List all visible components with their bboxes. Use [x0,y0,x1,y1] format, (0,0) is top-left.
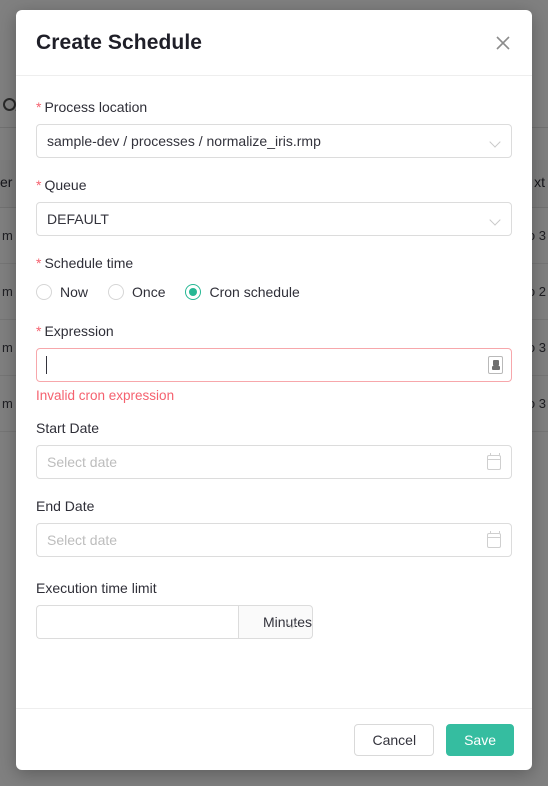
radio-now-label: Now [60,284,89,300]
field-end-date: End Date Select date [36,497,512,557]
expression-input-wrapper [36,348,512,382]
close-icon[interactable] [490,30,516,56]
radio-cron-schedule-label: Cron schedule [209,284,300,300]
required-marker: * [36,323,42,339]
background-column-header-right: xt [534,174,545,190]
queue-label-text: Queue [44,177,87,193]
expression-label-text: Expression [44,323,114,339]
search-icon[interactable] [3,98,16,111]
expression-input[interactable] [36,348,512,382]
dialog-header: Create Schedule [16,10,532,76]
radio-now[interactable]: Now [36,284,88,300]
radio-once[interactable]: Once [108,284,165,300]
queue-value: DEFAULT [47,211,109,227]
chevron-down-icon [491,138,500,147]
queue-label: * Queue [36,176,512,194]
expression-label: * Expression [36,322,512,340]
cancel-button[interactable]: Cancel [354,723,435,756]
end-date-input[interactable]: Select date [36,523,512,557]
table-cell-left: m [2,228,13,243]
end-date-label: End Date [36,498,95,514]
schedule-time-label: * Schedule time [36,254,512,272]
start-date-input[interactable]: Select date [36,445,512,479]
cron-picker-icon[interactable] [488,356,503,374]
chevron-down-icon [491,216,500,225]
process-location-label: * Process location [36,98,512,116]
queue-select[interactable]: DEFAULT [36,202,512,236]
required-marker: * [36,177,42,193]
field-expression: * Expression Invalid cron expression [36,322,512,405]
text-caret [46,356,47,374]
schedule-time-label-text: Schedule time [44,255,134,271]
start-date-label: Start Date [36,420,100,436]
table-cell-left: m [2,396,13,411]
process-location-label-text: Process location [44,99,148,115]
page-title: Create Schedule [36,30,203,54]
execution-time-unit-select[interactable]: Minutes [238,605,314,639]
radio-once-label: Once [132,284,166,300]
field-schedule-time: * Schedule time Now Once Cron schedule [36,254,512,304]
field-queue: * Queue DEFAULT [36,176,512,236]
execution-time-limit-row: Minutes [36,605,314,639]
radio-circle-icon [36,284,52,300]
required-marker: * [36,255,42,271]
calendar-icon [487,530,501,548]
dialog-body: * Process location sample-dev / processes… [16,76,532,708]
field-start-date: Start Date Select date [36,419,512,479]
schedule-time-radio-group: Now Once Cron schedule [36,280,512,304]
dialog-footer: Cancel Save [16,708,532,770]
execution-time-limit-label: Execution time limit [36,580,157,596]
chevron-down-icon [288,619,297,628]
radio-cron-schedule[interactable]: Cron schedule [185,284,300,300]
execution-time-limit-input[interactable] [36,605,238,639]
end-date-placeholder: Select date [47,532,118,548]
start-date-placeholder: Select date [47,454,118,470]
field-execution-time-limit: Execution time limit Minutes [36,579,512,639]
expression-error-message: Invalid cron expression [36,388,175,403]
create-schedule-dialog: Create Schedule * Process location sample… [16,10,532,770]
radio-circle-selected-icon [185,284,202,300]
table-cell-left: m [2,340,13,355]
required-marker: * [36,99,42,115]
background-column-header-left: er [0,174,13,190]
table-cell-left: m [2,284,13,299]
field-process-location: * Process location sample-dev / processes… [36,98,512,158]
save-button[interactable]: Save [446,723,514,756]
process-location-value: sample-dev / processes / normalize_iris.… [47,133,321,149]
radio-circle-icon [108,284,125,300]
process-location-select[interactable]: sample-dev / processes / normalize_iris.… [36,124,512,158]
calendar-icon [487,452,501,470]
